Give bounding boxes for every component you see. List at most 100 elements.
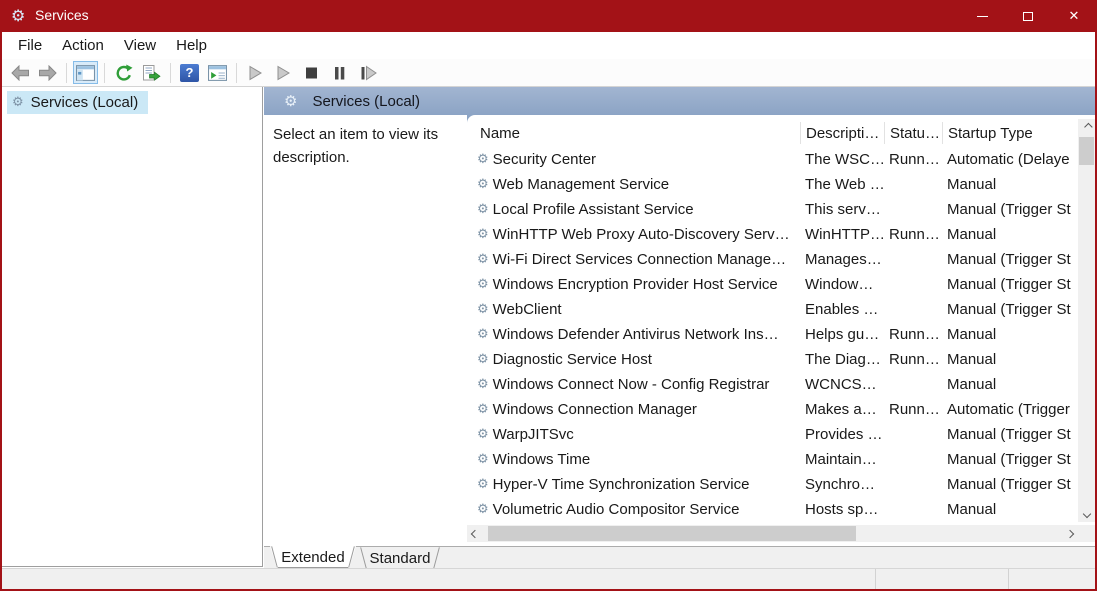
service-description: WinHTTP… (800, 226, 884, 243)
description-hint: Select an item to view its description. (273, 123, 458, 169)
console-tree-icon (76, 65, 95, 81)
service-row[interactable]: ⚙ Windows Time Maintain… Manual (Trigger… (467, 447, 1078, 472)
service-row[interactable]: ⚙ Windows Connect Now - Config Registrar… (467, 372, 1078, 397)
scroll-right-button[interactable] (1062, 525, 1078, 542)
service-name: Windows Defender Antivirus Network Ins… (493, 326, 779, 343)
service-row[interactable]: ⚙ Web Management Service The Web … Manua… (467, 172, 1078, 197)
service-startup-type: Manual (942, 501, 1078, 518)
service-gear-icon: ⚙ (477, 278, 489, 291)
service-name: Hyper-V Time Synchronization Service (493, 476, 750, 493)
vertical-scrollbar[interactable] (1078, 119, 1095, 522)
service-startup-type: Automatic (Trigger (942, 401, 1078, 418)
service-gear-icon: ⚙ (477, 253, 489, 266)
refresh-button[interactable] (111, 61, 136, 84)
service-row[interactable]: ⚙ WinHTTP Web Proxy Auto-Discovery Serv…… (467, 222, 1078, 247)
export-list-button[interactable] (139, 61, 164, 84)
service-gear-icon: ⚙ (477, 303, 489, 316)
column-header-description[interactable]: Descripti… (800, 122, 884, 144)
service-startup-type: Manual (Trigger St (942, 476, 1078, 493)
toolbar-separator (66, 63, 67, 83)
show-hide-console-tree-button[interactable] (73, 61, 98, 84)
service-row[interactable]: ⚙ Security Center The WSC… Runn… Automat… (467, 147, 1078, 172)
scroll-up-button[interactable] (1078, 119, 1095, 135)
services-gear-icon: ⚙ (12, 96, 24, 109)
action-pane-icon (208, 65, 227, 81)
service-description: Makes a… (800, 401, 884, 418)
window-border-bottom (0, 589, 1097, 591)
menu-action[interactable]: Action (52, 34, 114, 57)
window-border-right (1095, 32, 1097, 591)
show-hide-action-pane-button[interactable] (205, 61, 230, 84)
main-pane-header: ⚙ Services (Local) (264, 87, 1095, 115)
help-button[interactable]: ? (177, 61, 202, 84)
tree-item-services-local[interactable]: ⚙ Services (Local) (7, 91, 148, 114)
toolbar-separator (236, 63, 237, 83)
service-row[interactable]: ⚙ WarpJITSvc Provides … Manual (Trigger … (467, 422, 1078, 447)
minimize-button[interactable] (959, 0, 1005, 32)
menu-file[interactable]: File (8, 34, 52, 57)
service-startup-type: Manual (Trigger St (942, 426, 1078, 443)
service-description: The WSC… (800, 151, 884, 168)
service-startup-type: Manual (942, 351, 1078, 368)
services-app-icon: ⚙ (11, 7, 25, 25)
restart-service-button[interactable] (355, 61, 380, 84)
service-name: WebClient (493, 301, 562, 318)
back-icon (10, 65, 30, 81)
service-row[interactable]: ⚙ Windows Connection Manager Makes a… Ru… (467, 397, 1078, 422)
start-service-button[interactable] (243, 61, 268, 84)
stop-service-button[interactable] (299, 61, 324, 84)
chevron-up-icon (1084, 123, 1092, 131)
back-button[interactable] (7, 61, 32, 84)
window-controls: ✕ (959, 0, 1097, 32)
close-button[interactable]: ✕ (1051, 0, 1097, 32)
chevron-left-icon (471, 529, 479, 537)
service-startup-type: Manual (Trigger St (942, 276, 1078, 293)
service-description: WCNCS… (800, 376, 884, 393)
scroll-down-button[interactable] (1078, 506, 1095, 522)
service-name: Windows Time (493, 451, 591, 468)
service-description: Manages… (800, 251, 884, 268)
list-header-row: Name Descripti… Statu… Startup Type (467, 119, 1078, 147)
menu-view[interactable]: View (114, 34, 166, 57)
tab-extended[interactable]: Extended (270, 546, 356, 568)
tab-edge (360, 547, 367, 569)
service-description: The Web … (800, 176, 884, 193)
service-name: WinHTTP Web Proxy Auto-Discovery Serv… (493, 226, 790, 243)
column-header-startup-type[interactable]: Startup Type (942, 122, 1078, 144)
service-row[interactable]: ⚙ Windows Defender Antivirus Network Ins… (467, 322, 1078, 347)
restart-icon (359, 65, 377, 81)
vertical-scrollbar-thumb[interactable] (1079, 137, 1094, 165)
service-row[interactable]: ⚙ Diagnostic Service Host The Diag… Runn… (467, 347, 1078, 372)
service-gear-icon: ⚙ (477, 228, 489, 241)
tree-item-label: Services (Local) (31, 94, 139, 111)
service-row[interactable]: ⚙ Wi-Fi Direct Services Connection Manag… (467, 247, 1078, 272)
forward-button[interactable] (35, 61, 60, 84)
menu-help[interactable]: Help (166, 34, 217, 57)
resume-icon (276, 65, 291, 81)
resume-service-button[interactable] (271, 61, 296, 84)
service-gear-icon: ⚙ (477, 153, 489, 166)
tab-standard[interactable]: Standard (359, 547, 441, 569)
scroll-left-button[interactable] (467, 525, 483, 542)
maximize-button[interactable] (1005, 0, 1051, 32)
service-row[interactable]: ⚙ Local Profile Assistant Service This s… (467, 197, 1078, 222)
chevron-down-icon (1082, 510, 1090, 518)
service-row[interactable]: ⚙ WebClient Enables … Manual (Trigger St (467, 297, 1078, 322)
service-name: Web Management Service (493, 176, 669, 193)
toolbar-separator (104, 63, 105, 83)
service-name: Wi-Fi Direct Services Connection Manage… (493, 251, 786, 268)
status-bar (2, 568, 1095, 589)
service-row[interactable]: ⚙ Hyper-V Time Synchronization Service S… (467, 472, 1078, 497)
services-gear-icon: ⚙ (284, 95, 297, 108)
service-row[interactable]: ⚙ Windows Encryption Provider Host Servi… (467, 272, 1078, 297)
main-pane: ⚙ Services (Local) Select an item to vie… (264, 87, 1095, 568)
service-name: Windows Encryption Provider Host Service (493, 276, 778, 293)
tab-extended-label: Extended (281, 549, 344, 566)
pause-service-button[interactable] (327, 61, 352, 84)
service-row[interactable]: ⚙ Volumetric Audio Compositor Service Ho… (467, 497, 1078, 522)
column-header-name[interactable]: Name (467, 122, 800, 144)
horizontal-scrollbar-thumb[interactable] (488, 526, 856, 541)
column-header-status[interactable]: Statu… (884, 122, 942, 144)
help-icon: ? (180, 64, 199, 82)
horizontal-scrollbar[interactable] (467, 525, 1078, 542)
